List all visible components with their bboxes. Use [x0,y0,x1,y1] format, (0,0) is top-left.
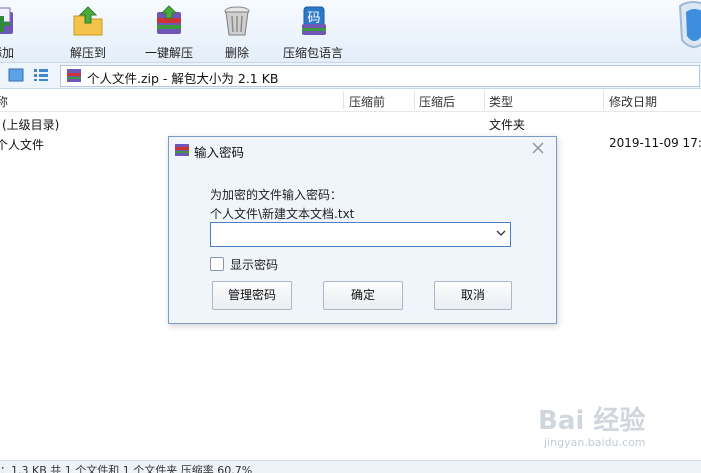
delete-label: 删除 [224,46,249,60]
column-type[interactable]: 类型 [489,93,513,110]
password-dialog: 输入密码 为加密的文件输入密码： 个人文件\新建文本文档.txt 显示密码 管理… [168,136,557,324]
path-text: 个人文件.zip - 解包大小为 2.1 KB [87,71,279,86]
watermark-main-text: Bai 经验 [538,406,646,436]
status-text: ：1.3 KB 共 1 个文件和 1 个文件夹 压缩率 60.7% [0,464,253,473]
file-name: (上级目录) [2,118,60,132]
column-modified[interactable]: 修改日期 [609,93,657,110]
archive-language-button[interactable]: 码 压缩包语言 [277,4,349,60]
list-view-icon[interactable] [33,68,49,82]
manage-passwords-button[interactable]: 管理密码 [212,281,292,310]
show-password-checkbox[interactable] [210,257,224,271]
chevron-down-icon[interactable] [496,230,506,237]
encrypted-file-path: 个人文件\新建文本文档.txt [210,207,355,221]
extract-to-label: 解压到 [69,46,106,60]
zip-archive-icon [67,69,81,82]
column-separator [484,91,485,109]
password-input[interactable] [214,225,488,244]
column-header: 称 压缩前 压缩后 类型 修改日期 [0,89,701,112]
dialog-title: 输入密码 [194,145,245,160]
winrar-icon [175,144,189,156]
file-modified: 2019-11-09 17:3 [609,136,701,150]
toolbar: 添加 解压到 一键解压 删除 码 [0,0,701,63]
ok-button[interactable]: 确定 [323,281,403,310]
status-bar: ：1.3 KB 共 1 个文件和 1 个文件夹 压缩率 60.7% [0,460,701,473]
file-row-parent[interactable]: (上级目录) 文件夹 [0,113,701,133]
security-shield-icon[interactable] [672,0,701,62]
delete-button[interactable]: 删除 [201,4,273,60]
watermark-sub-text: jingyan.baidu.com [544,436,646,449]
cancel-button[interactable]: 取消 [434,281,512,310]
password-combobox[interactable] [210,222,511,247]
add-label: 添加 [0,46,14,60]
one-click-extract-icon [157,5,181,34]
show-password-label: 显示密码 [230,258,279,272]
add-button[interactable]: 添加 [0,4,38,60]
column-separator [343,91,344,109]
one-click-extract-label: 一键解压 [144,46,193,60]
file-name: 个人文件 [0,138,45,152]
column-separator [603,91,604,109]
one-click-extract-button[interactable]: 一键解压 [133,4,205,60]
trash-icon [224,6,250,36]
archive-language-icon: 码 [302,6,326,35]
column-separator [414,91,415,109]
add-icon [0,7,13,34]
file-type: 文件夹 [489,118,526,132]
dialog-titlebar[interactable]: 输入密码 [169,137,556,161]
close-icon[interactable] [530,140,546,156]
path-field[interactable]: 个人文件.zip - 解包大小为 2.1 KB [60,65,700,87]
address-bar: 个人文件.zip - 解包大小为 2.1 KB [0,63,701,89]
column-packed[interactable]: 压缩前 [349,93,385,110]
archive-language-icon-text: 码 [307,11,320,26]
column-name[interactable]: 称 [0,93,8,110]
column-unpacked[interactable]: 压缩后 [419,93,455,110]
password-prompt: 为加密的文件输入密码： [210,188,343,202]
archive-language-label: 压缩包语言 [282,46,343,60]
folder-extract-icon [73,6,103,36]
baidu-jingyan-watermark: Bai 经验 jingyan.baidu.com [538,396,668,454]
large-icons-view-icon[interactable] [8,68,24,82]
extract-to-button[interactable]: 解压到 [52,4,124,60]
